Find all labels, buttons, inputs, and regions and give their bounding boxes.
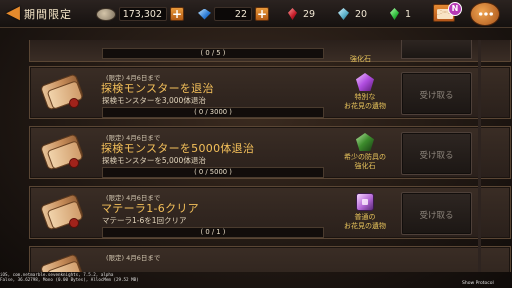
coin-icon: [96, 7, 116, 21]
mission-description: 探検モンスターを5,000体退治: [102, 156, 206, 165]
mission-card: (限定) 4月6日まで 探検モンスターを退治 探検モンスターを3,000体退治 …: [29, 66, 511, 119]
back-arrow-icon[interactable]: ◀: [2, 2, 24, 24]
special-crystal-icon: [356, 73, 374, 91]
claim-button[interactable]: 受け取る: [401, 72, 472, 115]
chat-button[interactable]: [470, 2, 500, 26]
claim-button[interactable]: [401, 40, 472, 59]
mission-card: (限定) 4月6日まで マテーラ1-6クリア マテーラ1-6を1回クリア ( 0…: [29, 186, 511, 239]
scrollbar[interactable]: [478, 40, 481, 272]
green-gem-value: 1: [405, 8, 412, 20]
page-title: 期間限定: [24, 8, 72, 21]
scroll-icon: [39, 253, 85, 272]
reward: 希少の防具の 強化石: [337, 131, 393, 177]
mission-title: 探検モンスターを退治: [101, 82, 214, 95]
debug-overlay-text: iOS, com.netmarble.sevenknights, 7.5.2, …: [0, 272, 139, 283]
green-gem-icon: [390, 8, 399, 20]
chat-bubble-icon: [478, 12, 494, 16]
blue-gem-value: 22: [214, 7, 252, 21]
reward: 普通の お花見の遺物: [337, 191, 393, 237]
red-gem-icon: [288, 8, 297, 20]
claim-label: 受け取る: [419, 91, 454, 101]
scroll-icon: [39, 193, 85, 231]
red-gem-value: 29: [303, 8, 316, 20]
progress-text: ( 0 / 5000 ): [194, 168, 232, 176]
progress-bar: ( 0 / 5000 ): [102, 167, 324, 178]
blue-gem-icon: [198, 8, 211, 20]
teal-gem-icon: [338, 8, 349, 20]
coin-counter: 173,302 +: [96, 5, 184, 23]
claim-label: 受け取る: [419, 151, 454, 161]
blue-gem-counter: 22 +: [198, 5, 269, 23]
mission-card: ( 0 / 5 ) 強化石: [29, 40, 511, 63]
mission-list[interactable]: ( 0 / 5 ) 強化石 (限定) 4月6日まで 探検モンスターを退治 探検モ…: [29, 40, 512, 272]
scroll-icon: [39, 73, 85, 111]
claim-button[interactable]: 受け取る: [401, 192, 472, 235]
mission-card: (限定) 4月6日まで: [29, 246, 511, 272]
progress-bar: ( 0 / 1 ): [102, 227, 324, 238]
progress-bar: ( 0 / 3000 ): [102, 107, 324, 118]
teal-gem-counter: 20: [338, 5, 367, 23]
mission-deadline: (限定) 4月6日まで: [106, 254, 161, 262]
reward-label: 希少の防具の 強化石: [344, 153, 386, 170]
add-gems-button[interactable]: +: [255, 7, 269, 21]
red-gem-counter: 29: [288, 5, 315, 23]
mission-card: (限定) 4月6日まで 探検モンスターを5000体退治 探検モンスターを5,00…: [29, 126, 511, 179]
teal-gem-value: 20: [355, 8, 368, 20]
coin-value: 173,302: [119, 7, 167, 21]
reward-label: 普通の お花見の遺物: [344, 213, 386, 230]
mission-description: 探検モンスターを3,000体退治: [102, 96, 206, 105]
progress-text: ( 0 / 5 ): [200, 49, 226, 57]
show-protocol-link[interactable]: Show Protocol: [462, 281, 494, 286]
mission-title: 探検モンスターを5000体退治: [101, 142, 255, 155]
reward-label: 特別な お花見の遺物: [344, 93, 386, 110]
reward: 特別な お花見の遺物: [337, 71, 393, 117]
progress-text: ( 0 / 3000 ): [194, 108, 232, 116]
mission-description: マテーラ1-6を1回クリア: [102, 216, 187, 225]
mail-notification-badge: N: [448, 2, 462, 16]
reward-label: 強化石: [350, 55, 371, 63]
claim-label: 受け取る: [419, 211, 454, 221]
progress-bar: ( 0 / 5 ): [102, 48, 324, 59]
progress-text: ( 0 / 1 ): [200, 228, 226, 236]
mission-title: マテーラ1-6クリア: [101, 202, 199, 215]
scroll-icon: [39, 133, 85, 171]
top-bar: ◀ 期間限定 173,302 + 22 + 29 20 1 N: [0, 0, 512, 28]
cube-icon: [356, 193, 374, 211]
defense-crystal-icon: [356, 133, 374, 151]
claim-button[interactable]: 受け取る: [401, 132, 472, 175]
add-coins-button[interactable]: +: [170, 7, 184, 21]
green-gem-counter: 1: [390, 5, 411, 23]
